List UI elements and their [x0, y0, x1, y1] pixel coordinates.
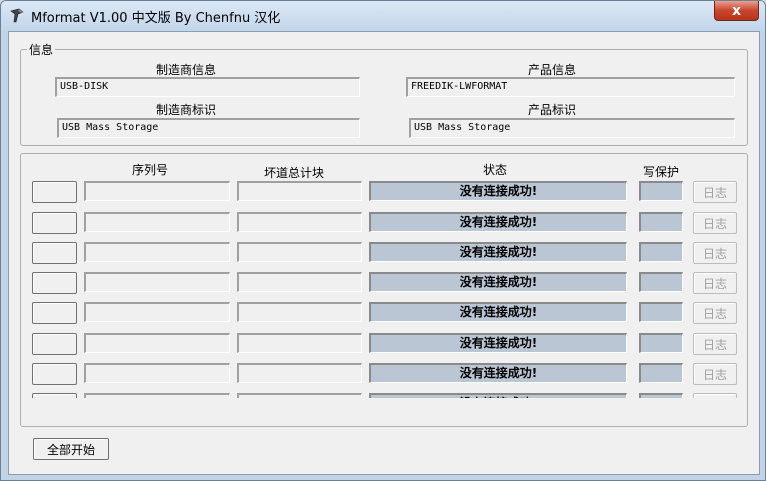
manufacturer-info-label: 制造商信息 [156, 63, 217, 77]
serial-field[interactable] [84, 181, 230, 201]
window-title: Mformat V1.00 中文版 By Chenfnu 汉化 [31, 11, 281, 26]
info-group: 信息 制造商信息 USB-DISK 产品信息 FREEDIK-LWFORMAT … [20, 41, 748, 146]
device-row: 没有连接成功! 日志 [19, 393, 747, 398]
bad-blocks-field[interactable] [237, 272, 362, 292]
device-select-button[interactable] [32, 302, 77, 324]
bad-blocks-field[interactable] [237, 212, 362, 232]
device-select-button[interactable] [32, 363, 77, 385]
bad-blocks-field[interactable] [237, 302, 362, 322]
bad-blocks-field[interactable] [237, 333, 362, 353]
serial-field[interactable] [84, 212, 230, 232]
app-icon [10, 8, 24, 23]
bad-blocks-field[interactable] [237, 393, 362, 398]
manufacturer-info-field[interactable]: USB-DISK [55, 77, 360, 97]
device-row: 没有连接成功! 日志 [19, 333, 747, 355]
write-protect-field [639, 302, 683, 322]
write-protect-field [639, 393, 683, 398]
bad-blocks-field[interactable] [237, 363, 362, 383]
log-button[interactable]: 日志 [693, 333, 737, 355]
log-button[interactable]: 日志 [693, 302, 737, 324]
bad-blocks-field[interactable] [237, 242, 362, 262]
product-info-field[interactable]: FREEDIK-LWFORMAT [406, 77, 735, 97]
product-info-label: 产品信息 [528, 63, 577, 77]
write-protect-field [639, 181, 683, 201]
device-select-button[interactable] [32, 181, 77, 203]
log-button[interactable]: 日志 [693, 181, 737, 203]
serial-field[interactable] [84, 242, 230, 262]
log-button[interactable]: 日志 [693, 212, 737, 234]
status-field: 没有连接成功! [369, 181, 627, 201]
status-field: 没有连接成功! [369, 212, 627, 232]
device-select-button[interactable] [32, 212, 77, 234]
status-field: 没有连接成功! [369, 242, 627, 262]
app-window: Mformat V1.00 中文版 By Chenfnu 汉化 x 信息 制造商… [0, 0, 766, 481]
device-row: 没有连接成功! 日志 [19, 363, 747, 385]
status-field: 没有连接成功! [369, 302, 627, 322]
device-row: 没有连接成功! 日志 [19, 302, 747, 324]
manufacturer-id-field[interactable]: USB Mass Storage [57, 118, 360, 138]
device-row: 没有连接成功! 日志 [19, 181, 747, 203]
product-id-field[interactable]: USB Mass Storage [409, 118, 735, 138]
bad-blocks-field[interactable] [237, 181, 362, 201]
device-rows: 没有连接成功! 日志 没有连接成功! 日志 没有连接成功! 日志 没有连接成功! 日志 没有连接… [19, 152, 747, 398]
status-field: 没有连接成功! [369, 363, 627, 383]
log-button[interactable]: 日志 [693, 272, 737, 294]
device-select-button[interactable] [32, 333, 77, 355]
product-id-label: 产品标识 [528, 103, 577, 117]
device-row: 没有连接成功! 日志 [19, 242, 747, 264]
info-group-legend: 信息 [27, 41, 56, 58]
device-select-button[interactable] [32, 272, 77, 294]
serial-field[interactable] [84, 363, 230, 383]
write-protect-field [639, 333, 683, 353]
log-button[interactable]: 日志 [693, 242, 737, 264]
status-field: 没有连接成功! [369, 393, 627, 398]
write-protect-field [639, 212, 683, 232]
status-field: 没有连接成功! [369, 333, 627, 353]
status-field: 没有连接成功! [369, 272, 627, 292]
serial-field[interactable] [84, 272, 230, 292]
manufacturer-id-label: 制造商标识 [156, 103, 217, 117]
write-protect-field [639, 242, 683, 262]
device-select-button[interactable] [32, 393, 77, 398]
title-bar[interactable]: Mformat V1.00 中文版 By Chenfnu 汉化 x [1, 1, 765, 31]
close-button[interactable]: x [714, 1, 759, 21]
client-area: 信息 制造商信息 USB-DISK 产品信息 FREEDIK-LWFORMAT … [8, 31, 760, 475]
serial-field[interactable] [84, 302, 230, 322]
device-select-button[interactable] [32, 242, 77, 264]
device-row: 没有连接成功! 日志 [19, 272, 747, 294]
log-button[interactable]: 日志 [693, 393, 737, 398]
start-all-button[interactable]: 全部开始 [33, 438, 109, 460]
close-icon: x [731, 2, 742, 19]
serial-field[interactable] [84, 333, 230, 353]
device-row: 没有连接成功! 日志 [19, 212, 747, 234]
write-protect-field [639, 363, 683, 383]
serial-field[interactable] [84, 393, 230, 398]
write-protect-field [639, 272, 683, 292]
log-button[interactable]: 日志 [693, 363, 737, 385]
